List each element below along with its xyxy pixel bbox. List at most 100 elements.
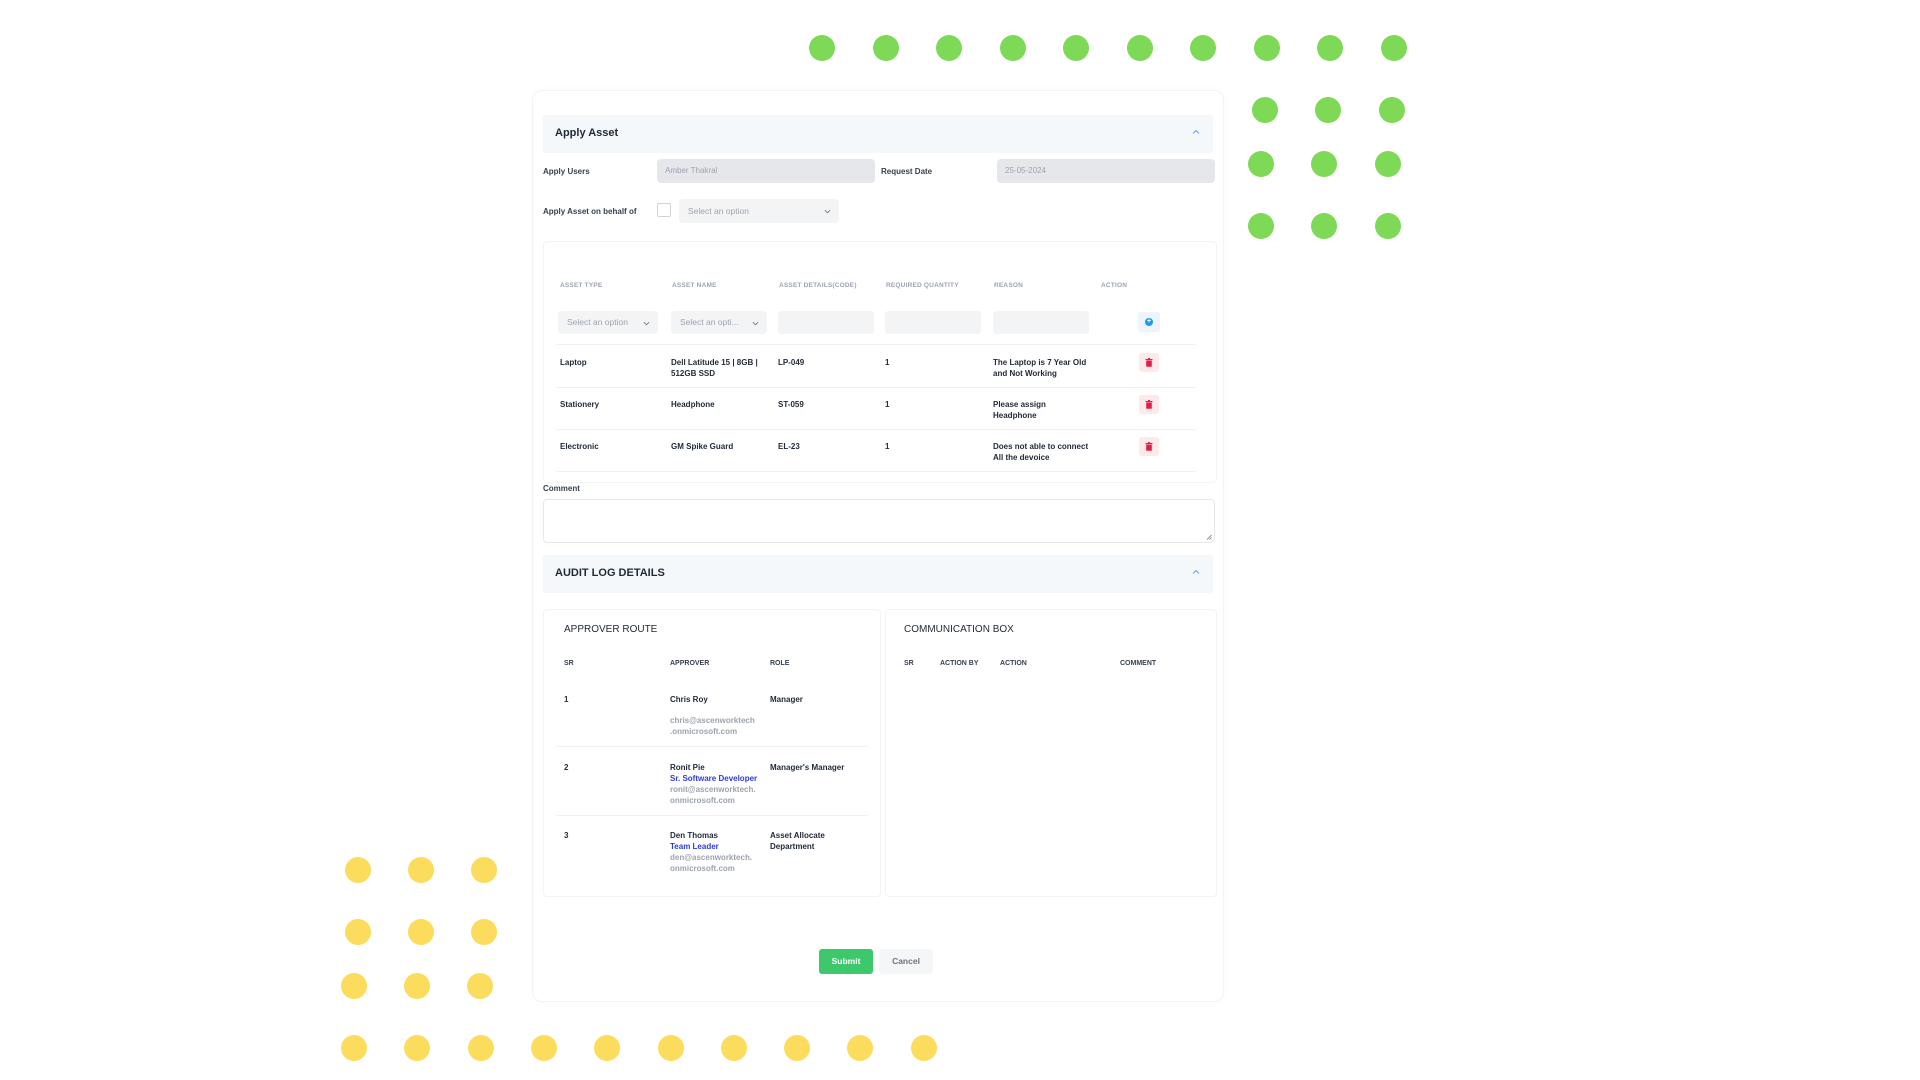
yellow-dot	[404, 1035, 431, 1061]
row-divider	[556, 746, 868, 747]
cell-name: Dell Latitude 15 | 8GB |	[671, 358, 758, 367]
comm-col-comment: COMMENT	[1120, 660, 1157, 667]
yellow-dot	[345, 857, 371, 883]
green-dot	[1311, 151, 1337, 177]
approver-name: Chris Roy	[670, 695, 708, 704]
row-divider	[556, 429, 1196, 430]
col-action: ACTION	[1101, 282, 1128, 289]
approver-sr: 2	[564, 763, 569, 772]
approver-sr: 3	[564, 831, 569, 840]
approver-email: ronit@ascenworktech.	[670, 785, 756, 794]
green-dot	[999, 35, 1026, 61]
submit-button[interactable]: Submit	[819, 949, 873, 974]
apply-asset-header[interactable]: Apply Asset	[543, 115, 1213, 153]
approver-route-panel: APPROVER ROUTE SR APPROVER ROLE 1 Chris …	[543, 609, 881, 897]
cell-code: LP-049	[778, 358, 805, 367]
yellow-dot	[657, 1035, 684, 1061]
green-dot	[936, 35, 962, 61]
required-quantity-input[interactable]	[885, 311, 981, 334]
request-date-label: Request Date	[881, 167, 933, 176]
green-dot	[1375, 213, 1401, 239]
green-dot	[1380, 35, 1407, 61]
asset-name-select[interactable]: Select an opti...	[671, 311, 767, 334]
yellow-dot	[471, 857, 497, 883]
green-dot	[1379, 97, 1405, 123]
approver-name: Ronit Pie	[670, 763, 705, 772]
row-divider	[556, 344, 1196, 345]
reason-input[interactable]	[993, 311, 1089, 334]
trash-icon	[1145, 442, 1153, 451]
green-dot	[1248, 151, 1274, 177]
chevron-down-icon	[752, 321, 759, 326]
cell-name-line2: 512GB SSD	[671, 369, 716, 378]
approver-name: Den Thomas	[670, 831, 719, 840]
audit-log-header[interactable]: AUDIT LOG DETAILS	[543, 555, 1213, 593]
behalf-select[interactable]: Select an option	[679, 199, 839, 223]
asset-name-select-value: Select an opti...	[680, 317, 739, 327]
apply-asset-card: Apply Asset Apply Users Amber Thakral Re…	[532, 90, 1224, 1002]
approver-role: Asset Allocate	[770, 831, 825, 840]
cell-type: Laptop	[560, 358, 587, 367]
green-dot	[1317, 35, 1343, 61]
yellow-dot	[341, 1035, 367, 1061]
green-dot	[1248, 213, 1274, 239]
cell-reason-line2: Headphone	[993, 411, 1037, 420]
delete-row-button[interactable]	[1139, 395, 1159, 414]
col-asset-type: ASSET TYPE	[560, 282, 603, 289]
comm-col-action-by: ACTION BY	[940, 660, 979, 667]
cell-type: Stationery	[560, 400, 600, 409]
chevron-up-icon[interactable]	[1191, 127, 1201, 137]
cell-reason: The Laptop is 7 Year Old	[993, 358, 1087, 367]
cell-reason-line2: All the devoice	[993, 453, 1050, 462]
col-asset-name: ASSET NAME	[672, 282, 717, 289]
asset-details-input[interactable]	[778, 311, 874, 334]
apply-users-field: Amber Thakral	[657, 159, 875, 183]
comm-col-action: ACTION	[1000, 660, 1027, 667]
audit-log-title: AUDIT LOG DETAILS	[555, 567, 665, 579]
add-row-button[interactable]: +	[1138, 312, 1160, 332]
approver-col-role: ROLE	[770, 660, 790, 667]
approver-col-approver: APPROVER	[670, 660, 710, 667]
behalf-checkbox[interactable]	[657, 203, 671, 217]
green-dot	[1253, 35, 1280, 61]
delete-row-button[interactable]	[1139, 437, 1159, 456]
chevron-up-icon[interactable]	[1191, 567, 1201, 577]
yellow-dot	[404, 973, 430, 999]
plus-icon: +	[1145, 318, 1153, 326]
comment-textarea[interactable]	[543, 499, 1215, 543]
asset-type-select[interactable]: Select an option	[558, 311, 658, 334]
row-divider	[556, 471, 1196, 472]
cell-name: Headphone	[671, 400, 715, 409]
cell-reason: Does not able to connect	[993, 442, 1089, 451]
yellow-dot	[467, 973, 493, 999]
approver-designation: Sr. Software Developer	[670, 774, 758, 783]
asset-table: ASSET TYPE ASSET NAME ASSET DETAILS(CODE…	[543, 241, 1217, 483]
approver-col-sr: SR	[564, 660, 574, 667]
yellow-dot	[341, 973, 367, 999]
green-dot	[1063, 35, 1089, 61]
yellow-dot	[467, 1035, 494, 1061]
communication-box-panel: COMMUNICATION BOX SR ACTION BY ACTION CO…	[885, 609, 1217, 897]
approver-email-line2: onmicrosoft.com	[670, 864, 735, 873]
chevron-down-icon	[643, 321, 650, 326]
col-asset-details: ASSET DETAILS(CODE)	[779, 282, 857, 289]
green-dot	[1311, 213, 1337, 239]
chevron-down-icon	[824, 209, 831, 214]
resize-handle-icon[interactable]	[1206, 534, 1212, 540]
yellow-dot	[910, 1035, 937, 1061]
approver-route-title: APPROVER ROUTE	[564, 624, 658, 635]
behalf-select-value: Select an option	[688, 206, 749, 216]
cell-reason: Please assign	[993, 400, 1046, 409]
cell-qty: 1	[885, 400, 890, 409]
approver-email-line2: onmicrosoft.com	[670, 796, 735, 805]
approver-role: Manager	[770, 695, 803, 704]
approver-sr: 1	[564, 695, 569, 704]
cancel-button[interactable]: Cancel	[879, 949, 933, 974]
yellow-dot	[784, 1035, 811, 1061]
approver-email-line2: .onmicrosoft.com	[670, 727, 738, 736]
behalf-label: Apply Asset on behalf of	[543, 207, 637, 216]
trash-icon	[1145, 400, 1153, 409]
delete-row-button[interactable]	[1139, 353, 1159, 372]
green-dot	[1126, 35, 1153, 61]
cell-type: Electronic	[560, 442, 599, 451]
